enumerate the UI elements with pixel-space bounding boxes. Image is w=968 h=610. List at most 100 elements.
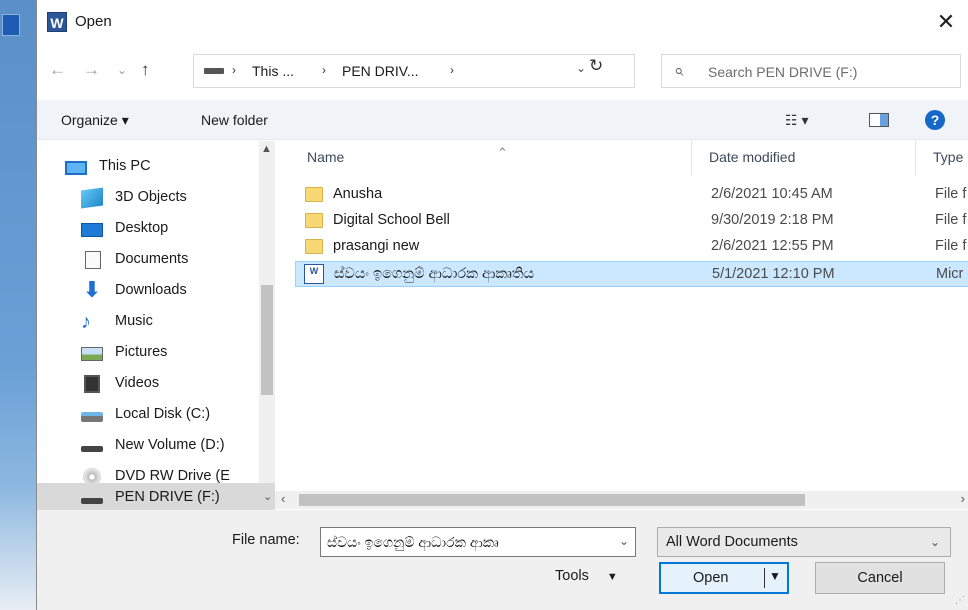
sidebar-item-pictures[interactable]: Pictures: [37, 338, 259, 369]
folder-icon: [305, 213, 323, 228]
column-header-date-modified[interactable]: Date modified: [709, 149, 795, 165]
title-bar: W Open ✕: [37, 0, 968, 44]
word-app-icon: W: [47, 12, 67, 32]
address-dropdown-chevron-icon[interactable]: ⌄: [576, 61, 586, 75]
resize-grip-icon[interactable]: ⋰: [955, 595, 965, 606]
file-name: prasangi new: [333, 238, 420, 254]
scroll-left-arrow-icon[interactable]: ‹: [281, 491, 285, 506]
column-divider[interactable]: [691, 141, 692, 175]
sidebar-item-label: Downloads: [115, 282, 187, 298]
sidebar-item-label: This PC: [99, 158, 151, 174]
sidebar-item-videos[interactable]: Videos: [37, 369, 259, 400]
scroll-up-arrow-icon[interactable]: ▲: [261, 143, 272, 155]
sidebar-item-new-volume[interactable]: New Volume (D:): [37, 431, 259, 462]
command-toolbar: Organize ▾ New folder ☷ ▾ ?: [37, 100, 968, 140]
sidebar-item-this-pc[interactable]: This PC: [37, 152, 259, 183]
pictures-icon: [81, 347, 103, 361]
sidebar-item-desktop[interactable]: Desktop: [37, 214, 259, 245]
open-dialog: W Open ✕ ← → ⌄ ↑ › This ... › PEN DRIV..…: [36, 0, 968, 610]
search-box[interactable]: ⌕ Search PEN DRIVE (F:): [661, 54, 961, 88]
sidebar-item-music[interactable]: ♪ Music: [37, 307, 259, 338]
sidebar-item-label: Desktop: [115, 220, 169, 236]
open-button-label: Open: [693, 570, 729, 586]
sidebar-item-3d-objects[interactable]: 3D Objects: [37, 183, 259, 214]
navigation-pane-scrollbar[interactable]: ▲: [259, 141, 275, 499]
close-button[interactable]: ✕: [923, 0, 968, 44]
sidebar-item-downloads[interactable]: ⬇ Downloads: [37, 276, 259, 307]
music-icon: ♪: [81, 311, 91, 333]
breadcrumb-pen-drive[interactable]: PEN DRIV...: [342, 63, 419, 79]
scroll-down-arrow-icon[interactable]: ⌄: [263, 490, 272, 503]
sidebar-item-pen-drive[interactable]: PEN DRIVE (F:) ⌄: [37, 483, 275, 513]
organize-button[interactable]: Organize ▾: [61, 112, 129, 129]
sidebar-item-label: Music: [115, 313, 153, 329]
file-type-filter-select[interactable]: All Word Documents ⌄: [657, 527, 951, 557]
column-divider[interactable]: [915, 141, 916, 175]
preview-pane-icon[interactable]: [869, 113, 889, 127]
local-disk-icon: [81, 412, 103, 422]
open-options-dropdown-icon[interactable]: ▼: [769, 569, 781, 583]
tools-button[interactable]: Tools ▼: [555, 568, 618, 584]
scrollbar-thumb[interactable]: [261, 285, 273, 395]
file-row-folder[interactable]: Digital School Bell 9/30/2019 2:18 PM Fi…: [295, 208, 968, 234]
videos-icon: [84, 375, 100, 393]
scrollbar-thumb[interactable]: [299, 494, 805, 506]
folder-icon: [305, 239, 323, 254]
file-name-value[interactable]: ස්වයං ඉගෙනුම් ආධාරක ආකෘ: [327, 534, 611, 551]
search-input[interactable]: Search PEN DRIVE (F:): [708, 64, 857, 80]
sidebar-item-documents[interactable]: Documents: [37, 245, 259, 276]
recent-locations-chevron-icon[interactable]: ⌄: [117, 58, 127, 82]
file-name-field[interactable]: ස්වයං ඉගෙනුම් ආධාරක ආකෘ ⌄: [320, 527, 636, 557]
chevron-down-icon: ⌄: [929, 535, 940, 549]
file-row-folder[interactable]: Anusha 2/6/2021 10:45 AM File f: [295, 182, 968, 208]
file-type: Micr: [936, 266, 964, 282]
file-date: 2/6/2021 10:45 AM: [711, 186, 833, 202]
change-view-icon[interactable]: ☷ ▾: [785, 112, 808, 129]
usb-drive-icon: [81, 498, 103, 504]
sidebar-item-local-disk[interactable]: Local Disk (C:): [37, 400, 259, 431]
dialog-footer: File name: ස්වයං ඉගෙනුම් ආධාරක ආකෘ ⌄ All…: [37, 510, 968, 610]
file-type: File f: [935, 238, 967, 254]
breadcrumb-this-pc[interactable]: This ...: [252, 63, 294, 79]
sidebar-item-label: Documents: [115, 251, 189, 267]
file-date: 5/1/2021 12:10 PM: [712, 266, 835, 282]
chevron-down-icon[interactable]: ⌄: [619, 534, 629, 548]
back-arrow-icon[interactable]: ←: [49, 58, 66, 82]
this-pc-icon: [65, 161, 87, 175]
forward-arrow-icon[interactable]: →: [83, 58, 100, 82]
open-button[interactable]: Open ▼: [659, 562, 789, 594]
sidebar-item-label: Videos: [115, 375, 160, 391]
search-icon: ⌕: [674, 61, 684, 80]
file-date: 2/6/2021 12:55 PM: [711, 238, 834, 254]
file-name-label: File name:: [232, 532, 300, 548]
file-name: Digital School Bell: [333, 212, 450, 228]
up-arrow-icon[interactable]: ↑: [141, 58, 150, 82]
address-bar[interactable]: › This ... › PEN DRIV... › ⌄: [193, 54, 635, 88]
sidebar-item-label: DVD RW Drive (E: [115, 468, 230, 484]
sidebar-item-label: 3D Objects: [115, 189, 187, 205]
scroll-right-arrow-icon[interactable]: ›: [961, 491, 965, 506]
help-icon[interactable]: ?: [925, 110, 945, 130]
file-row-folder[interactable]: prasangi new 2/6/2021 12:55 PM File f: [295, 234, 968, 260]
breadcrumb-separator[interactable]: ›: [450, 63, 454, 77]
refresh-icon[interactable]: ↻: [589, 56, 603, 76]
new-folder-button[interactable]: New folder: [201, 112, 268, 128]
dropdown-arrow-icon: ▼: [606, 571, 618, 583]
dialog-title: Open: [75, 13, 112, 30]
column-header-type[interactable]: Type: [933, 149, 963, 165]
file-row-document-selected[interactable]: W ස්වයං ඉගෙනුම් ආධාරක ආකෘතිය 5/1/2021 12…: [295, 261, 968, 287]
sidebar-item-label: Pictures: [115, 344, 168, 360]
column-header-name[interactable]: Name ⌃: [307, 145, 508, 165]
breadcrumb-separator: ›: [232, 63, 236, 77]
word-document-icon: W: [304, 264, 324, 284]
horizontal-scrollbar[interactable]: ‹ ›: [275, 491, 968, 509]
sort-ascending-icon: ⌃: [497, 145, 508, 160]
breadcrumb-separator: ›: [322, 63, 326, 77]
file-name: Anusha: [333, 186, 383, 202]
drive-icon: [81, 446, 103, 452]
split-divider: [764, 568, 765, 588]
documents-icon: [85, 251, 101, 269]
cancel-button[interactable]: Cancel: [815, 562, 945, 594]
sidebar-item-label: New Volume (D:): [115, 437, 225, 453]
file-type: File f: [935, 186, 967, 202]
